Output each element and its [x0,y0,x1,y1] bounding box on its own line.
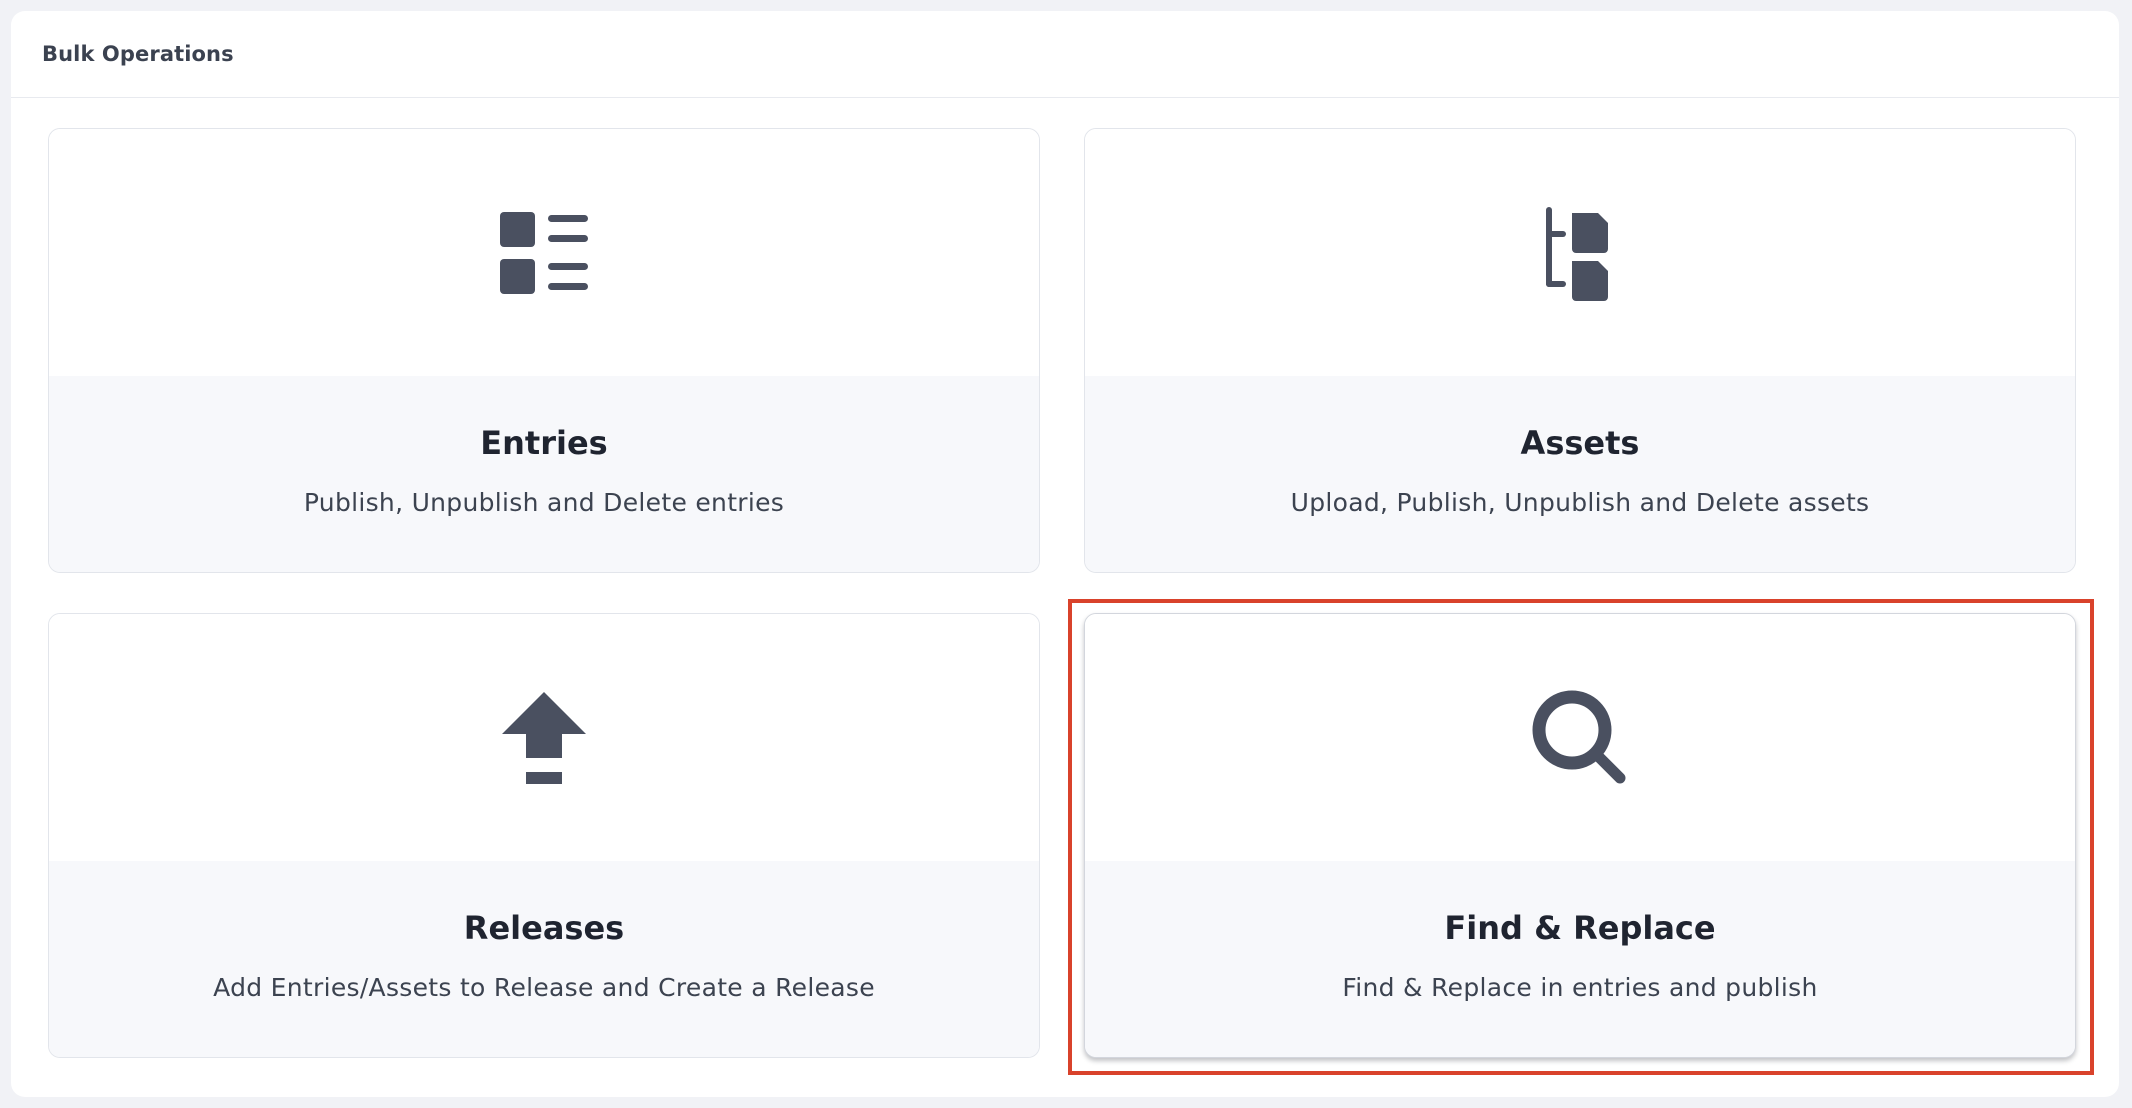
entries-card[interactable]: Entries Publish, Unpublish and Delete en… [48,128,1040,573]
list-icon [498,207,590,299]
card-description: Publish, Unpublish and Delete entries [303,488,785,517]
card-title: Releases [463,909,625,947]
panel-header: Bulk Operations [11,11,2119,98]
file-tree-icon [1534,203,1626,303]
card-text-zone: Entries Publish, Unpublish and Delete en… [49,376,1039,572]
card-description: Add Entries/Assets to Release and Create… [213,973,875,1002]
search-icon [1530,688,1630,788]
card-title: Assets [1520,424,1640,462]
card-description: Find & Replace in entries and publish [1342,973,1818,1002]
card-icon-zone [1085,129,2075,376]
page-title: Bulk Operations [42,42,234,66]
find-replace-card[interactable]: Find & Replace Find & Replace in entries… [1084,613,2076,1058]
card-icon-zone [1085,614,2075,861]
releases-card[interactable]: Releases Add Entries/Assets to Release a… [48,613,1040,1058]
card-title: Entries [480,424,608,462]
upload-arrow-icon [498,688,590,788]
card-description: Upload, Publish, Unpublish and Delete as… [1290,488,1870,517]
card-text-zone: Find & Replace Find & Replace in entries… [1085,861,2075,1057]
card-text-zone: Assets Upload, Publish, Unpublish and De… [1085,376,2075,572]
assets-card[interactable]: Assets Upload, Publish, Unpublish and De… [1084,128,2076,573]
card-title: Find & Replace [1444,909,1716,947]
card-text-zone: Releases Add Entries/Assets to Release a… [49,861,1039,1057]
card-icon-zone [49,614,1039,861]
card-icon-zone [49,129,1039,376]
